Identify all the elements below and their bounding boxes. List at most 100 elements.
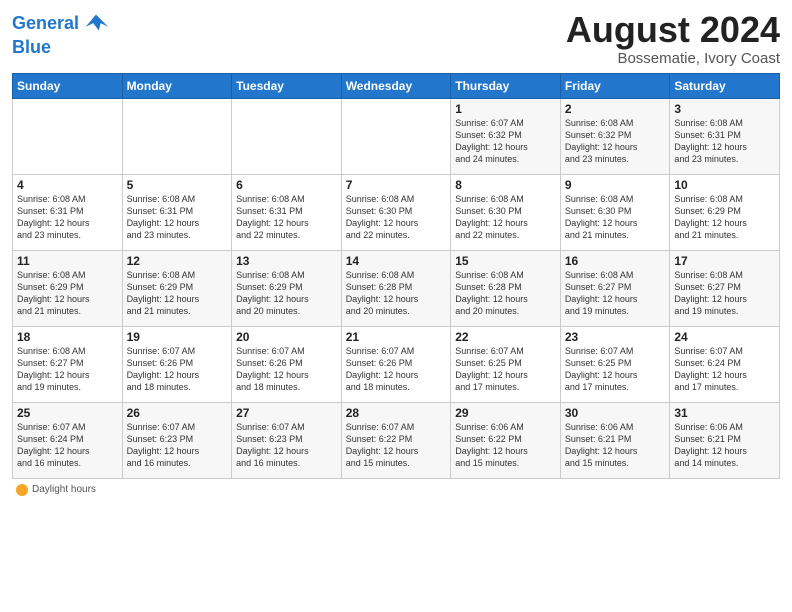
day-info: Sunrise: 6:07 AM Sunset: 6:26 PM Dayligh… <box>346 345 447 394</box>
col-header-tuesday: Tuesday <box>232 73 342 98</box>
day-number: 26 <box>127 406 228 420</box>
day-info: Sunrise: 6:07 AM Sunset: 6:23 PM Dayligh… <box>236 421 337 470</box>
day-info: Sunrise: 6:06 AM Sunset: 6:21 PM Dayligh… <box>565 421 666 470</box>
day-cell: 15Sunrise: 6:08 AM Sunset: 6:28 PM Dayli… <box>451 250 561 326</box>
page-container: General Blue August 2024 Bossematie, Ivo… <box>0 0 792 505</box>
col-header-thursday: Thursday <box>451 73 561 98</box>
day-info: Sunrise: 6:08 AM Sunset: 6:28 PM Dayligh… <box>346 269 447 318</box>
day-number: 10 <box>674 178 775 192</box>
day-info: Sunrise: 6:08 AM Sunset: 6:31 PM Dayligh… <box>127 193 228 242</box>
day-info: Sunrise: 6:08 AM Sunset: 6:30 PM Dayligh… <box>455 193 556 242</box>
day-info: Sunrise: 6:06 AM Sunset: 6:22 PM Dayligh… <box>455 421 556 470</box>
day-cell: 6Sunrise: 6:08 AM Sunset: 6:31 PM Daylig… <box>232 174 342 250</box>
daylight-label: Daylight hours <box>32 484 96 495</box>
day-number: 24 <box>674 330 775 344</box>
day-info: Sunrise: 6:08 AM Sunset: 6:29 PM Dayligh… <box>674 193 775 242</box>
day-cell <box>341 98 451 174</box>
day-info: Sunrise: 6:07 AM Sunset: 6:26 PM Dayligh… <box>127 345 228 394</box>
day-info: Sunrise: 6:08 AM Sunset: 6:29 PM Dayligh… <box>127 269 228 318</box>
day-number: 27 <box>236 406 337 420</box>
day-info: Sunrise: 6:08 AM Sunset: 6:27 PM Dayligh… <box>674 269 775 318</box>
day-number: 25 <box>17 406 118 420</box>
day-cell: 31Sunrise: 6:06 AM Sunset: 6:21 PM Dayli… <box>670 402 780 478</box>
logo: General Blue <box>12 10 110 58</box>
day-cell: 7Sunrise: 6:08 AM Sunset: 6:30 PM Daylig… <box>341 174 451 250</box>
day-info: Sunrise: 6:07 AM Sunset: 6:25 PM Dayligh… <box>565 345 666 394</box>
day-cell: 13Sunrise: 6:08 AM Sunset: 6:29 PM Dayli… <box>232 250 342 326</box>
day-info: Sunrise: 6:08 AM Sunset: 6:31 PM Dayligh… <box>17 193 118 242</box>
day-cell: 11Sunrise: 6:08 AM Sunset: 6:29 PM Dayli… <box>13 250 123 326</box>
day-cell: 24Sunrise: 6:07 AM Sunset: 6:24 PM Dayli… <box>670 326 780 402</box>
day-number: 22 <box>455 330 556 344</box>
day-number: 18 <box>17 330 118 344</box>
logo-bird-icon <box>82 10 110 38</box>
day-number: 14 <box>346 254 447 268</box>
day-number: 16 <box>565 254 666 268</box>
day-cell: 1Sunrise: 6:07 AM Sunset: 6:32 PM Daylig… <box>451 98 561 174</box>
day-number: 17 <box>674 254 775 268</box>
calendar-title: August 2024 <box>566 10 780 50</box>
day-number: 4 <box>17 178 118 192</box>
day-info: Sunrise: 6:07 AM Sunset: 6:22 PM Dayligh… <box>346 421 447 470</box>
col-header-saturday: Saturday <box>670 73 780 98</box>
day-number: 29 <box>455 406 556 420</box>
col-header-monday: Monday <box>122 73 232 98</box>
day-info: Sunrise: 6:08 AM Sunset: 6:31 PM Dayligh… <box>236 193 337 242</box>
day-number: 21 <box>346 330 447 344</box>
day-number: 1 <box>455 102 556 116</box>
day-cell: 25Sunrise: 6:07 AM Sunset: 6:24 PM Dayli… <box>13 402 123 478</box>
calendar-subtitle: Bossematie, Ivory Coast <box>566 50 780 67</box>
header-row: SundayMondayTuesdayWednesdayThursdayFrid… <box>13 73 780 98</box>
day-cell: 18Sunrise: 6:08 AM Sunset: 6:27 PM Dayli… <box>13 326 123 402</box>
day-cell: 10Sunrise: 6:08 AM Sunset: 6:29 PM Dayli… <box>670 174 780 250</box>
day-info: Sunrise: 6:08 AM Sunset: 6:31 PM Dayligh… <box>674 117 775 166</box>
day-number: 31 <box>674 406 775 420</box>
day-info: Sunrise: 6:08 AM Sunset: 6:28 PM Dayligh… <box>455 269 556 318</box>
calendar-table: SundayMondayTuesdayWednesdayThursdayFrid… <box>12 73 780 479</box>
day-info: Sunrise: 6:08 AM Sunset: 6:30 PM Dayligh… <box>346 193 447 242</box>
day-number: 13 <box>236 254 337 268</box>
day-number: 12 <box>127 254 228 268</box>
week-row-2: 4Sunrise: 6:08 AM Sunset: 6:31 PM Daylig… <box>13 174 780 250</box>
col-header-sunday: Sunday <box>13 73 123 98</box>
day-cell: 2Sunrise: 6:08 AM Sunset: 6:32 PM Daylig… <box>560 98 670 174</box>
day-cell: 19Sunrise: 6:07 AM Sunset: 6:26 PM Dayli… <box>122 326 232 402</box>
logo-blue-text: Blue <box>12 38 51 58</box>
day-cell: 9Sunrise: 6:08 AM Sunset: 6:30 PM Daylig… <box>560 174 670 250</box>
day-cell: 30Sunrise: 6:06 AM Sunset: 6:21 PM Dayli… <box>560 402 670 478</box>
col-header-friday: Friday <box>560 73 670 98</box>
week-row-5: 25Sunrise: 6:07 AM Sunset: 6:24 PM Dayli… <box>13 402 780 478</box>
day-cell: 27Sunrise: 6:07 AM Sunset: 6:23 PM Dayli… <box>232 402 342 478</box>
day-cell: 12Sunrise: 6:08 AM Sunset: 6:29 PM Dayli… <box>122 250 232 326</box>
day-info: Sunrise: 6:08 AM Sunset: 6:29 PM Dayligh… <box>236 269 337 318</box>
day-info: Sunrise: 6:06 AM Sunset: 6:21 PM Dayligh… <box>674 421 775 470</box>
day-cell: 26Sunrise: 6:07 AM Sunset: 6:23 PM Dayli… <box>122 402 232 478</box>
day-cell <box>232 98 342 174</box>
day-cell <box>13 98 123 174</box>
day-info: Sunrise: 6:08 AM Sunset: 6:32 PM Dayligh… <box>565 117 666 166</box>
day-cell: 21Sunrise: 6:07 AM Sunset: 6:26 PM Dayli… <box>341 326 451 402</box>
col-header-wednesday: Wednesday <box>341 73 451 98</box>
day-number: 15 <box>455 254 556 268</box>
day-number: 3 <box>674 102 775 116</box>
day-cell: 4Sunrise: 6:08 AM Sunset: 6:31 PM Daylig… <box>13 174 123 250</box>
day-cell: 8Sunrise: 6:08 AM Sunset: 6:30 PM Daylig… <box>451 174 561 250</box>
day-cell <box>122 98 232 174</box>
week-row-1: 1Sunrise: 6:07 AM Sunset: 6:32 PM Daylig… <box>13 98 780 174</box>
day-number: 6 <box>236 178 337 192</box>
day-number: 19 <box>127 330 228 344</box>
day-number: 28 <box>346 406 447 420</box>
day-info: Sunrise: 6:07 AM Sunset: 6:23 PM Dayligh… <box>127 421 228 470</box>
day-number: 23 <box>565 330 666 344</box>
sun-icon <box>16 484 28 496</box>
title-block: August 2024 Bossematie, Ivory Coast <box>566 10 780 67</box>
day-info: Sunrise: 6:08 AM Sunset: 6:27 PM Dayligh… <box>17 345 118 394</box>
day-cell: 20Sunrise: 6:07 AM Sunset: 6:26 PM Dayli… <box>232 326 342 402</box>
day-info: Sunrise: 6:07 AM Sunset: 6:24 PM Dayligh… <box>674 345 775 394</box>
day-cell: 5Sunrise: 6:08 AM Sunset: 6:31 PM Daylig… <box>122 174 232 250</box>
day-number: 30 <box>565 406 666 420</box>
week-row-3: 11 Sunrise: 6:08 AM Sunset: 6:29 PM Dayli… <box>13 250 780 326</box>
day-cell: 22Sunrise: 6:07 AM Sunset: 6:25 PM Dayli… <box>451 326 561 402</box>
header: General Blue August 2024 Bossematie, Ivo… <box>12 10 780 67</box>
day-number: 11 <box>17 254 118 268</box>
